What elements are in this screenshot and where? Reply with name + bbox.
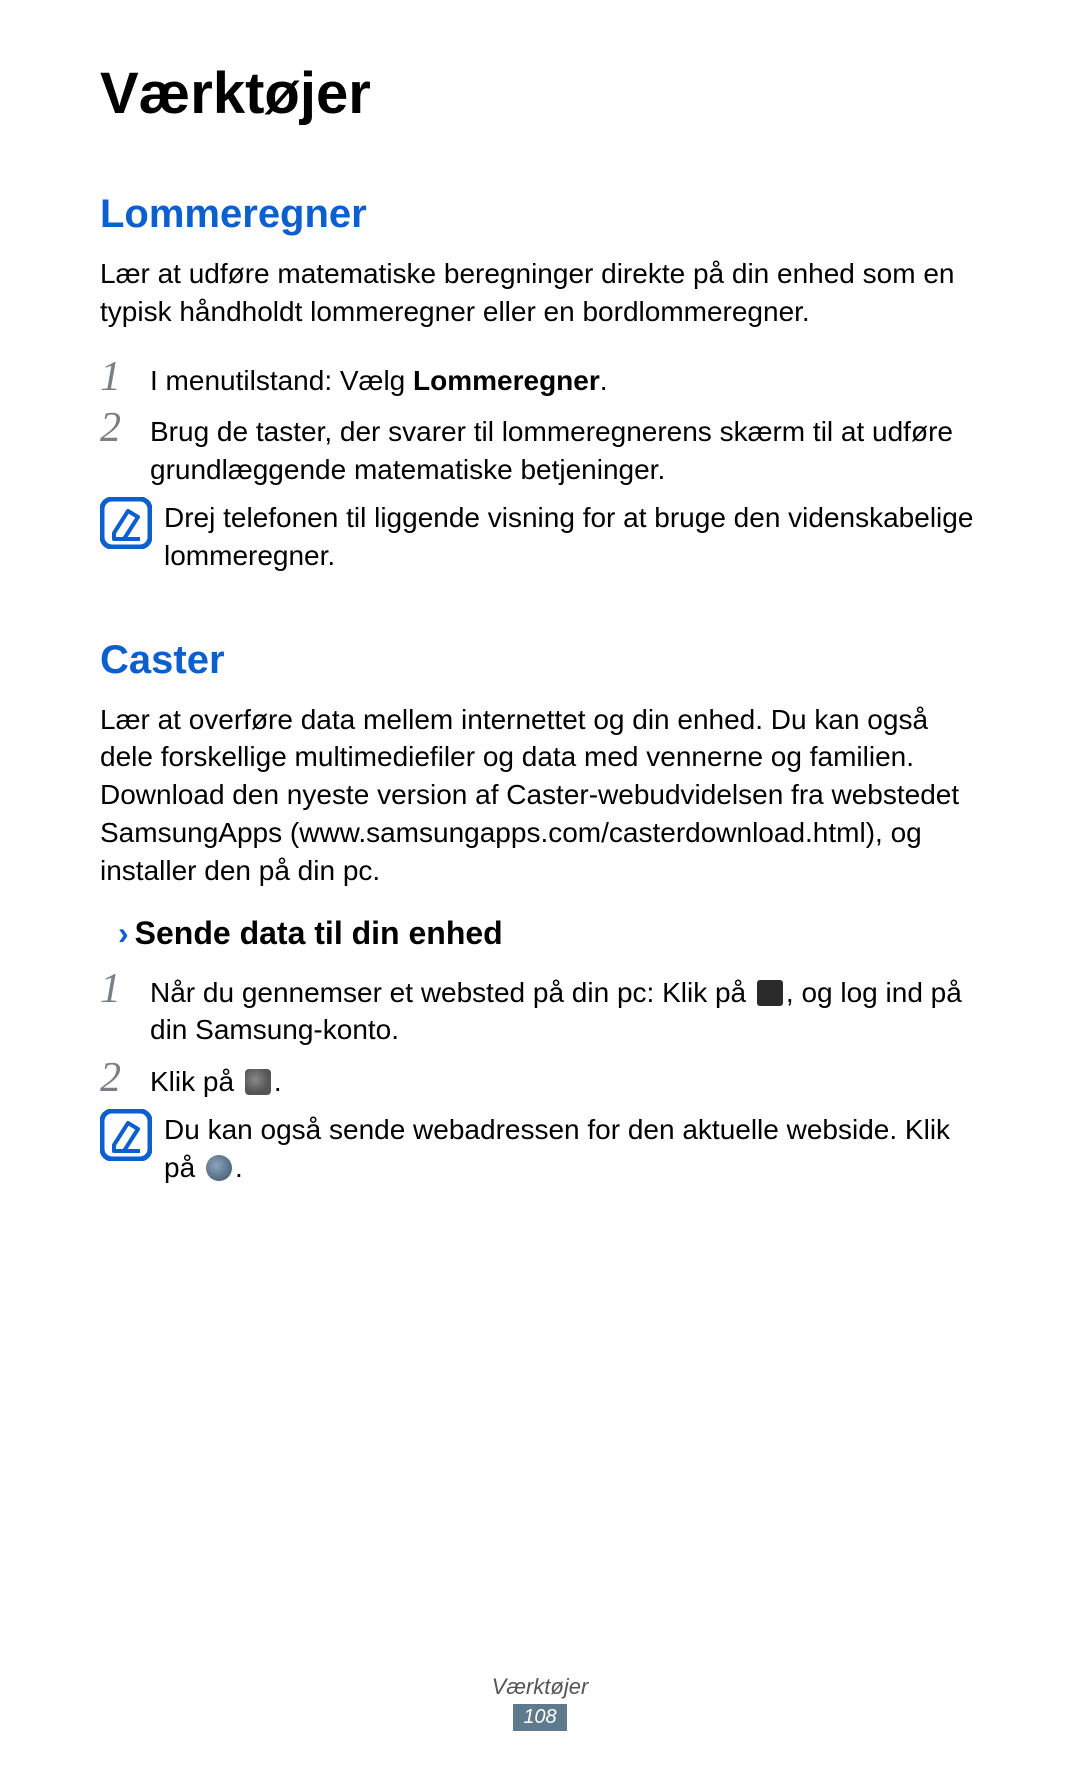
calc-step-1: 1 I menutilstand: Vælg Lommeregner. bbox=[100, 356, 980, 400]
chevron-right-icon: › bbox=[118, 915, 129, 952]
text-fragment: Klik på bbox=[150, 1066, 242, 1097]
page-title: Værktøjer bbox=[100, 60, 980, 127]
section-heading-caster: Caster bbox=[100, 638, 980, 683]
step-text: Brug de taster, der svarer til lommeregn… bbox=[150, 407, 980, 489]
footer-page-number: 108 bbox=[513, 1704, 566, 1731]
note-text: Du kan også sende webadressen for den ak… bbox=[164, 1109, 980, 1187]
note-icon bbox=[100, 497, 152, 549]
section-heading-calculator: Lommeregner bbox=[100, 192, 980, 237]
caster-subheading-row: › Sende data til din enhed bbox=[100, 915, 980, 952]
caster-subheading: Sende data til din enhed bbox=[135, 915, 503, 952]
caster-note: Du kan også sende webadressen for den ak… bbox=[100, 1109, 980, 1187]
step-text: Klik på . bbox=[150, 1057, 282, 1101]
page-footer: Værktøjer 108 bbox=[0, 1674, 1080, 1731]
globe-icon bbox=[206, 1155, 232, 1181]
note-text: Drej telefonen til liggende visning for … bbox=[164, 497, 980, 575]
caster-icon bbox=[757, 980, 783, 1006]
step-text: Når du gennemser et websted på din pc: K… bbox=[150, 968, 980, 1050]
text-fragment: Når du gennemser et websted på din pc: K… bbox=[150, 977, 754, 1008]
step-number: 2 bbox=[100, 1057, 150, 1099]
text-fragment: . bbox=[235, 1152, 243, 1183]
step-number: 1 bbox=[100, 968, 150, 1010]
step-number: 1 bbox=[100, 356, 150, 398]
text-bold: Lommeregner bbox=[413, 365, 600, 396]
calc-note: Drej telefonen til liggende visning for … bbox=[100, 497, 980, 575]
calculator-intro: Lær at udføre matematiske beregninger di… bbox=[100, 255, 980, 331]
send-icon bbox=[245, 1069, 271, 1095]
caster-step-1: 1 Når du gennemser et websted på din pc:… bbox=[100, 968, 980, 1050]
text-fragment: . bbox=[274, 1066, 282, 1097]
caster-intro: Lær at overføre data mellem internettet … bbox=[100, 701, 980, 890]
text-fragment: . bbox=[600, 365, 608, 396]
step-text: I menutilstand: Vælg Lommeregner. bbox=[150, 356, 608, 400]
text-fragment: Du kan også sende webadressen for den ak… bbox=[164, 1114, 950, 1183]
calc-step-2: 2 Brug de taster, der svarer til lommere… bbox=[100, 407, 980, 489]
caster-step-2: 2 Klik på . bbox=[100, 1057, 980, 1101]
step-number: 2 bbox=[100, 407, 150, 449]
text-fragment: I menutilstand: Vælg bbox=[150, 365, 413, 396]
note-icon bbox=[100, 1109, 152, 1161]
footer-section-name: Værktøjer bbox=[0, 1674, 1080, 1700]
